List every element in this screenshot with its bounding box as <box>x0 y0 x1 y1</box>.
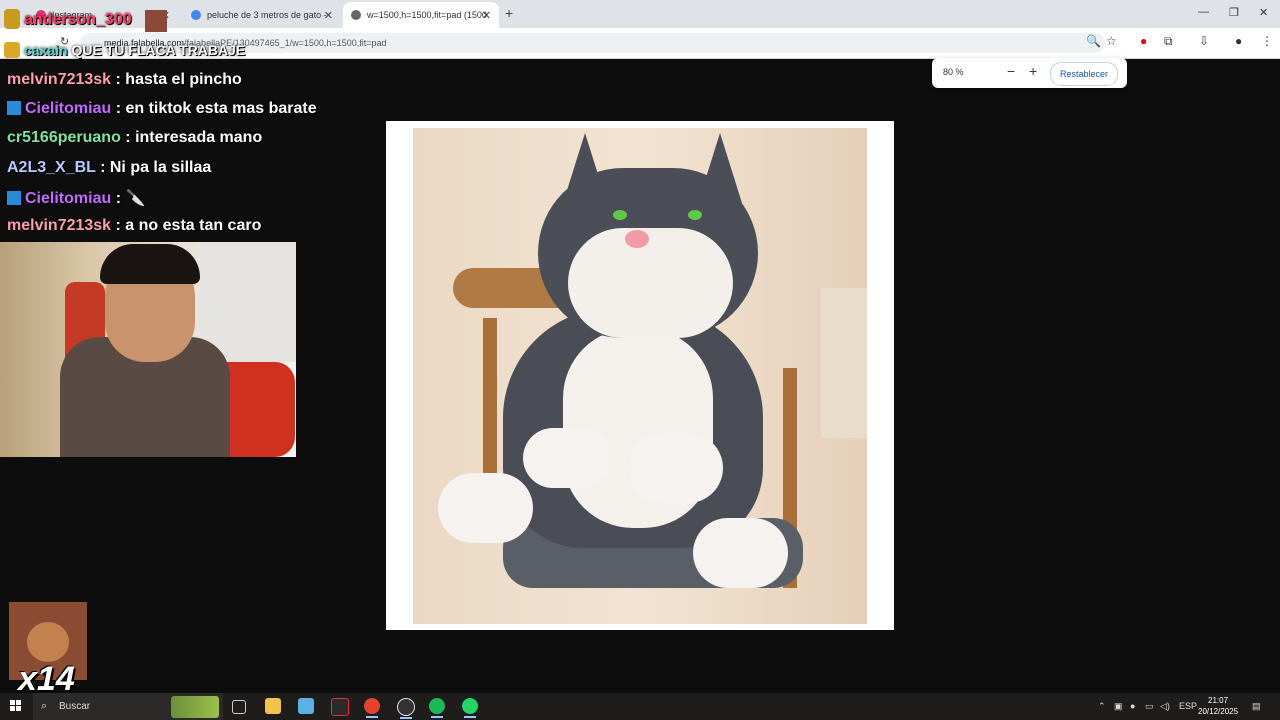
chat-username: melvin7213sk <box>7 71 112 88</box>
image-viewer <box>386 121 894 630</box>
chat-username: cr5166peruano <box>7 129 121 146</box>
tab-image[interactable]: w=1500,h=1500,fit=pad (1500 ✕ <box>343 2 499 28</box>
microphone-icon[interactable]: ● <box>1130 701 1135 711</box>
obs-icon[interactable] <box>397 698 415 719</box>
tab-label: w=1500,h=1500,fit=pad (1500 <box>367 10 487 20</box>
sub-user: caxain <box>24 42 68 58</box>
zoom-percent: 80 % <box>943 67 964 77</box>
browser-tab-bar: Instagram ✕ peluche de 3 metros de gato … <box>0 0 1280 28</box>
chat-username: Cielitomiau <box>25 190 112 207</box>
chevron-up-icon[interactable]: ⌃ <box>1098 701 1106 712</box>
app-icon[interactable] <box>298 698 314 714</box>
network-icon[interactable]: ▭ <box>1145 701 1154 712</box>
chat-username: A2L3_X_BL <box>7 159 96 176</box>
tab-search[interactable]: peluche de 3 metros de gato - ✕ <box>183 2 341 28</box>
star-icon[interactable]: ☆ <box>1106 34 1117 48</box>
windows-start-icon[interactable] <box>10 700 22 712</box>
chat-text: : 🔪 <box>115 190 146 207</box>
chat-text: : Ni pa la sillaa <box>100 159 212 176</box>
zoom-popup: 80 % − + Restablecer <box>932 58 1127 88</box>
volume-icon[interactable]: ◁) <box>1160 701 1170 712</box>
close-icon[interactable]: ✕ <box>324 9 333 22</box>
google-icon <box>191 10 201 20</box>
emote-face <box>27 622 69 662</box>
zoom-icon[interactable]: 🔍 <box>1086 34 1101 48</box>
minimize-icon[interactable]: — <box>1198 6 1209 18</box>
plush-paw <box>693 518 788 588</box>
download-icon[interactable]: ⇩ <box>1199 34 1209 48</box>
sub-message: QUE TU FLACA TRABAJE <box>71 42 246 58</box>
tab-label: peluche de 3 metros de gato - <box>207 10 327 20</box>
plush-face <box>568 228 733 338</box>
windows-taskbar: ⌕ Buscar ⌃ ▣ ● ▭ ◁) ESP 21:07 20/12/2025… <box>0 693 1280 720</box>
chat-username: melvin7213sk <box>7 217 112 234</box>
search-highlight-image <box>171 696 219 718</box>
clock-time: 21:07 <box>1208 696 1229 705</box>
chat-message: cr5166peruano : interesada mano <box>7 129 262 147</box>
close-icon[interactable]: ✕ <box>482 9 491 22</box>
plush-nose <box>625 230 649 248</box>
menu-icon[interactable]: ⋮ <box>1261 34 1273 48</box>
alert-thumbnail <box>145 10 167 32</box>
chat-message: Cielitomiau : en tiktok esta mas barate <box>7 100 317 118</box>
avatar[interactable]: ● <box>1235 34 1242 48</box>
chat-message: melvin7213sk : hasta el pincho <box>7 71 242 89</box>
search-icon: ⌕ <box>41 700 48 712</box>
plush-paw <box>438 473 533 543</box>
background-shelf <box>200 242 296 362</box>
plush-paw <box>628 433 723 503</box>
extensions-icon[interactable]: ⧉ <box>1164 34 1173 49</box>
search-label: Buscar <box>59 701 91 712</box>
taskbar-search[interactable]: ⌕ Buscar <box>33 693 223 720</box>
whatsapp-icon[interactable] <box>462 698 478 718</box>
chat-message: Cielitomiau : 🔪 <box>7 188 145 208</box>
plush-eye <box>688 210 702 220</box>
sub-alert: caxain QUE TU FLACA TRABAJE <box>24 42 245 58</box>
new-tab-button[interactable]: + <box>505 5 513 21</box>
background-bag <box>821 288 867 438</box>
close-window-icon[interactable]: ✕ <box>1259 6 1268 19</box>
zoom-in-button[interactable]: + <box>1029 63 1037 79</box>
chat-text: : en tiktok esta mas barate <box>115 100 317 117</box>
chat-text: : hasta el pincho <box>115 71 242 88</box>
clock-date: 20/12/2025 <box>1198 707 1239 716</box>
plush-cat-photo <box>413 128 867 624</box>
notifications-icon[interactable]: ▤ <box>1252 701 1261 712</box>
alert-icon <box>4 9 20 29</box>
taskbar-clock[interactable]: 21:07 20/12/2025 <box>1198 695 1238 717</box>
chrome-icon[interactable] <box>364 698 380 718</box>
plush-eye <box>613 210 627 220</box>
chat-username: Cielitomiau <box>25 100 112 117</box>
webcam-feed <box>0 242 296 457</box>
reset-zoom-button[interactable]: Restablecer <box>1050 62 1118 86</box>
chat-message: A2L3_X_BL : Ni pa la sillaa <box>7 159 211 177</box>
follower-alert: anderson_300 <box>24 11 132 28</box>
zoom-out-button[interactable]: − <box>1007 63 1015 79</box>
badge-icon <box>7 101 21 115</box>
plush-paw <box>523 428 613 488</box>
chat-text: : interesada mano <box>125 129 263 146</box>
chat-message: melvin7213sk : a no esta tan caro <box>7 217 261 235</box>
streamer-hair <box>100 244 200 284</box>
app-icon[interactable] <box>331 698 349 716</box>
file-explorer-icon[interactable] <box>265 698 281 714</box>
task-view-icon[interactable] <box>232 700 246 714</box>
spotify-icon[interactable] <box>429 698 445 718</box>
globe-icon <box>351 10 361 20</box>
sub-alert-icon <box>4 42 20 58</box>
language-indicator[interactable]: ESP <box>1179 701 1197 711</box>
chat-text: : a no esta tan caro <box>115 217 262 234</box>
opera-icon[interactable]: ● <box>1140 34 1147 48</box>
restore-icon[interactable]: ❐ <box>1229 6 1239 19</box>
tray-icon[interactable]: ▣ <box>1114 701 1123 712</box>
badge-icon <box>7 191 21 205</box>
